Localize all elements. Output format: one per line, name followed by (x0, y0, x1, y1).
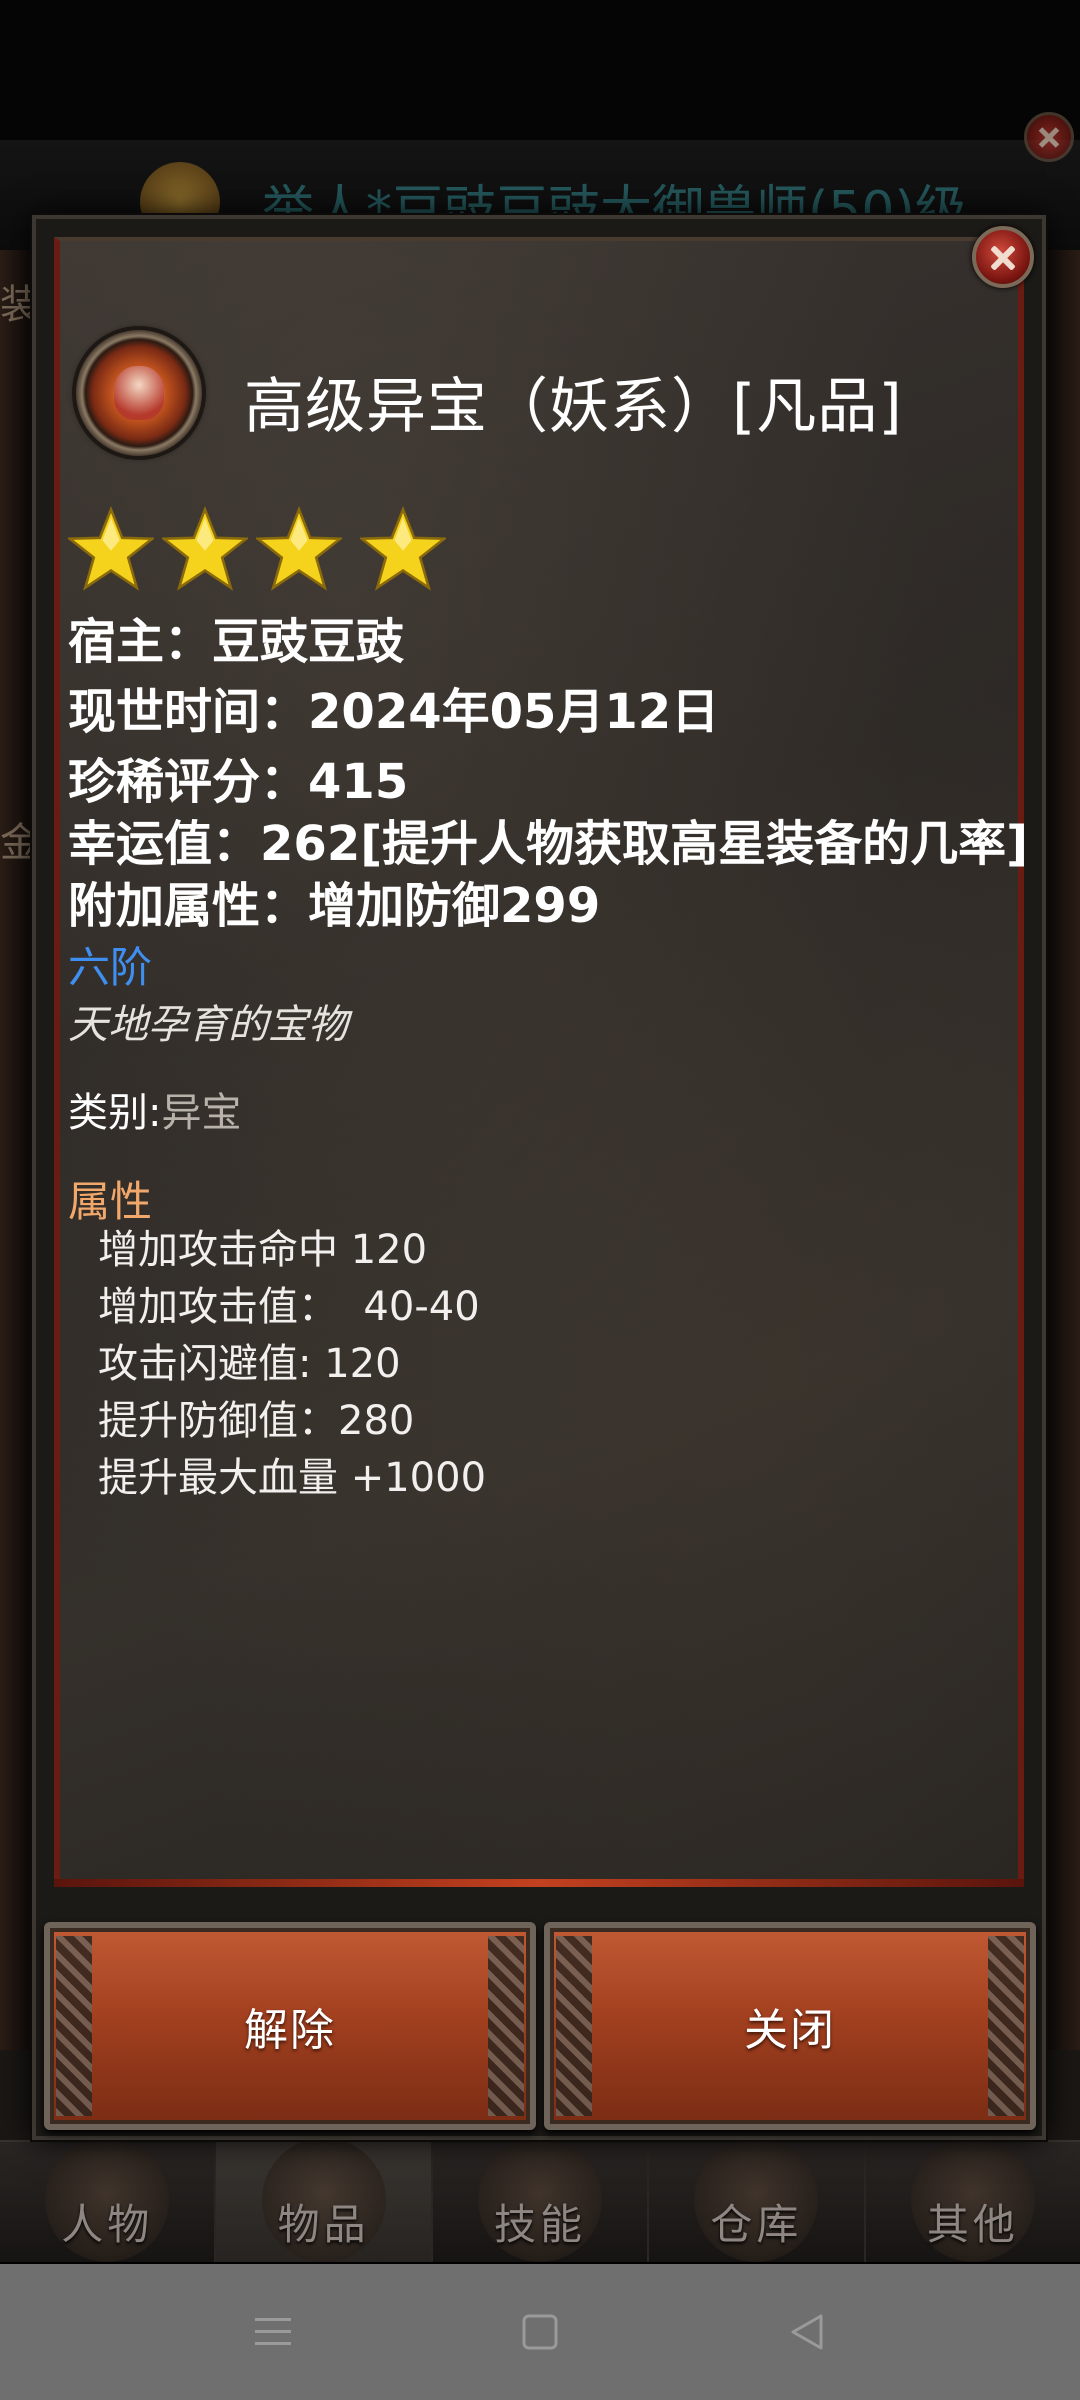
bottom-tab-bar: 人物 物品 技能 仓库 其他 (0, 2138, 1080, 2262)
tab-label: 物品 (277, 2200, 370, 2249)
item-detail-dialog (32, 215, 1046, 2140)
menu-button[interactable] (213, 2282, 333, 2382)
item-emblem-icon (76, 330, 202, 456)
host-row: 宿主：豆豉豆豉 (68, 602, 404, 672)
attributes-list: 增加攻击命中 120 增加攻击值： 40-40 攻击闪避值: 120 提升防御值… (98, 1222, 486, 1507)
attribute-item: 提升最大血量 +1000 (98, 1455, 487, 1501)
remove-button-label: 解除 (244, 2005, 336, 2056)
dialog-content-panel (54, 237, 1024, 1887)
time-value: 2024年05月12日 (308, 684, 720, 740)
close-button[interactable]: 关闭 (544, 1922, 1036, 2130)
background-right-edge (1044, 250, 1080, 2050)
menu-icon (255, 2318, 292, 2345)
extra-attribute-value: 增加防御299 (308, 878, 601, 934)
category-row: 类别:异宝 (68, 1080, 241, 1138)
luck-value: 262[提升人物获取高星装备的几率] (260, 816, 1029, 872)
star-icon (162, 506, 248, 591)
tab-character[interactable]: 人物 (0, 2138, 217, 2262)
dialog-close-icon[interactable] (972, 226, 1034, 288)
home-button[interactable] (480, 2282, 600, 2382)
tab-label: 其他 (926, 2200, 1019, 2249)
tab-items[interactable]: 物品 (216, 2138, 433, 2262)
attribute-item: 增加攻击命中 120 (98, 1227, 428, 1273)
tab-warehouse[interactable]: 仓库 (649, 2138, 866, 2262)
background-left-edge (0, 250, 36, 2050)
host-label: 宿主： (68, 614, 213, 670)
star-icon (68, 506, 154, 591)
time-row: 现世时间：2024年05月12日 (68, 672, 719, 742)
back-icon (791, 2314, 823, 2350)
remove-button[interactable]: 解除 (44, 1922, 536, 2130)
host-value: 豆豉豆豉 (212, 614, 405, 670)
category-label: 类别: (68, 1090, 162, 1136)
attribute-item: 攻击闪避值: 120 (98, 1341, 401, 1387)
luck-row: 幸运值：262[提升人物获取高星装备的几率] (68, 804, 1028, 874)
time-label: 现世时间： (68, 684, 309, 740)
flavor-text: 天地孕育的宝物 (68, 1002, 348, 1048)
item-name: 高级异宝（妖系）[凡品] (244, 372, 903, 442)
extra-attribute-label: 附加属性： (68, 878, 309, 934)
category-value: 异宝 (161, 1090, 242, 1136)
rarity-label: 珍稀评分： (68, 754, 309, 810)
luck-label: 幸运值： (68, 816, 261, 872)
back-button[interactable] (747, 2282, 867, 2382)
tab-label: 人物 (61, 2200, 154, 2249)
star-rating (68, 506, 468, 592)
tab-label: 技能 (494, 2200, 587, 2249)
attribute-item: 提升防御值：280 (98, 1398, 415, 1444)
home-icon (522, 2314, 558, 2350)
rarity-row: 珍稀评分：415 (68, 742, 408, 812)
star-icon (360, 506, 446, 591)
system-nav-bar (0, 2264, 1080, 2400)
stage-text: 六阶 (68, 943, 153, 992)
rarity-value: 415 (308, 754, 409, 810)
tab-label: 仓库 (710, 2200, 803, 2249)
background-close-icon[interactable] (1024, 112, 1074, 162)
tab-skills[interactable]: 技能 (433, 2138, 650, 2262)
attribute-item: 增加攻击值： 40-40 (98, 1284, 480, 1330)
close-button-label: 关闭 (744, 2005, 836, 2056)
attributes-title: 属性 (68, 1177, 153, 1226)
star-icon (256, 506, 342, 591)
tab-other[interactable]: 其他 (866, 2138, 1080, 2262)
extra-attribute-row: 附加属性：增加防御299 (68, 866, 600, 936)
dialog-button-row: 解除 关闭 (40, 1922, 1040, 2130)
